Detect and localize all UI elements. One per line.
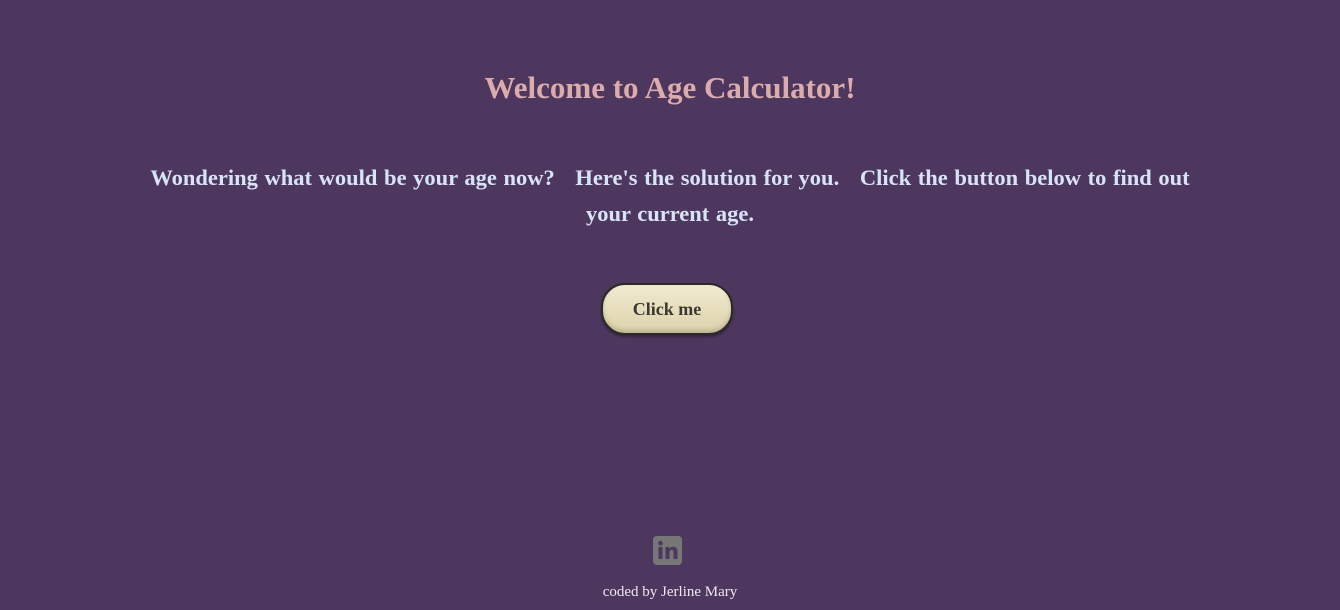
intro-question: Wondering what would be your age now? xyxy=(150,165,555,190)
intro-text: Wondering what would be your age now? He… xyxy=(140,160,1200,232)
click-me-button[interactable]: Click me xyxy=(601,283,733,335)
footer-credit: coded by Jerline Mary xyxy=(602,584,738,600)
linkedin-icon[interactable] xyxy=(653,536,682,565)
intro-solution: Here's the solution for you. xyxy=(575,165,840,190)
page-title: Welcome to Age Calculator! xyxy=(484,70,856,105)
linkedin-logo xyxy=(653,536,682,565)
